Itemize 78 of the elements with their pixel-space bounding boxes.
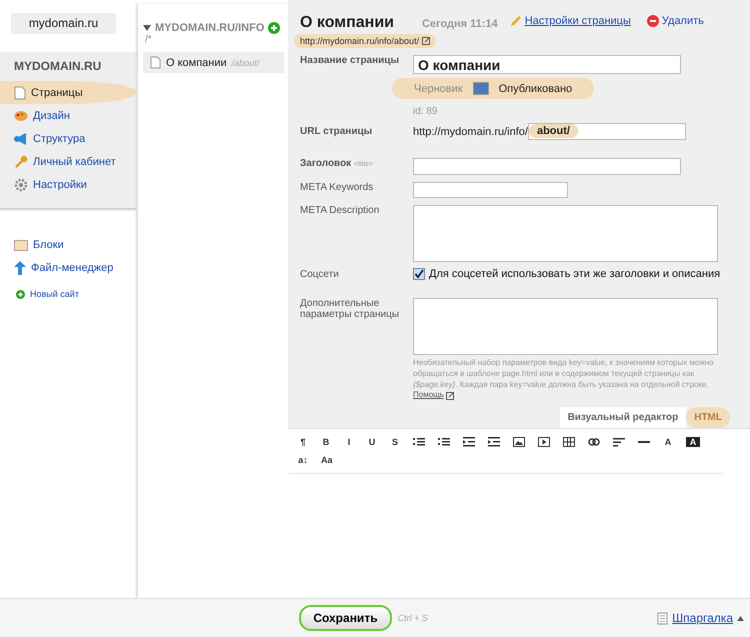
params-field[interactable] (413, 298, 718, 355)
sidebar-item[interactable]: Страницы (0, 81, 137, 104)
sidebar-item[interactable]: Личный кабинет (0, 150, 137, 173)
toolbar-button[interactable]: S (390, 437, 400, 448)
description-field[interactable] (413, 205, 718, 262)
page-icon (150, 56, 161, 69)
social-checkbox[interactable]: Для соцсетей использовать эти же заголовки и описания (413, 268, 720, 280)
field-label: Название страницы (300, 55, 400, 66)
horizontal-rule-icon[interactable] (638, 441, 650, 444)
plus-icon (16, 290, 25, 298)
editor-tab[interactable]: Визуальный редактор (560, 407, 686, 428)
link-icon[interactable] (588, 438, 600, 446)
toolbar-button[interactable]: A (663, 437, 673, 448)
toolbar-button[interactable]: Aa (321, 455, 333, 466)
field-label: META Description (300, 205, 380, 216)
indent-icon[interactable] (463, 437, 475, 448)
align-icon[interactable] (613, 438, 625, 447)
help-link[interactable]: Помощь (413, 390, 454, 402)
published-label[interactable]: Опубликовано (498, 82, 572, 94)
sidebar-item[interactable]: Дизайн (0, 104, 137, 127)
toolbar-button[interactable]: I (344, 437, 354, 448)
url-prefix: http://mydomain.ru/info/ (413, 126, 528, 138)
table-icon[interactable] (563, 437, 575, 448)
tree-suffix: /* (144, 34, 153, 45)
field-label: Соцсети (300, 269, 340, 280)
save-button[interactable]: Сохранить (299, 605, 392, 631)
toolbar-button[interactable]: B (321, 437, 331, 448)
folder-icon (14, 238, 28, 250)
page-name-field[interactable]: О компании (413, 55, 681, 74)
new-site-link[interactable]: Новый сайт (0, 279, 137, 309)
document-icon (657, 612, 668, 624)
gear-icon (14, 178, 28, 192)
cheatsheet-link[interactable]: Шпаргалка (657, 611, 744, 625)
page-id: id: 89 (413, 106, 438, 117)
toolbar-button[interactable]: a↕ (298, 455, 308, 466)
keywords-field[interactable] (413, 182, 568, 198)
caret-up-icon (737, 616, 744, 620)
publish-toggle[interactable] (472, 82, 489, 95)
indent-icon[interactable] (488, 437, 500, 448)
pencil-icon (510, 15, 522, 27)
toolbar-button[interactable]: ¶ (298, 437, 308, 448)
page-url-link[interactable]: http://mydomain.ru/info/about/ (294, 34, 436, 48)
tree-item[interactable]: О компании /about/ (143, 52, 284, 73)
image-icon[interactable] (513, 437, 525, 448)
list-icon[interactable] (413, 437, 425, 448)
hint-text: Необязательный набор параметров вида key=value, к значениям которых можно обращаться в шаблоне page.html или в содержимом текущей страницы как {$page.key}. Каждая пара key=value должна быть указана на отдельной строке. (413, 358, 714, 389)
timestamp: Сегодня 11:14 (422, 18, 498, 30)
title-field[interactable] (413, 158, 681, 175)
checkbox[interactable] (413, 268, 425, 280)
field-label: Дополнительные параметры страницы (300, 298, 400, 320)
shortcut-hint: Ctrl + S (398, 613, 428, 623)
page-icon (14, 86, 26, 100)
editor-area[interactable]: ¶ B I U S A A a↕ Aa (288, 428, 750, 598)
external-link-icon (422, 37, 430, 45)
page-settings-link[interactable]: Настройки страницы (510, 15, 631, 27)
tree-title: MYDOMAIN.RU/INFO (155, 22, 264, 34)
list-icon[interactable] (438, 437, 450, 448)
site-button[interactable]: mydomain.ru (11, 13, 116, 34)
sidebar-item[interactable]: Настройки (0, 173, 137, 196)
url-field[interactable]: about/ (528, 123, 686, 140)
field-label: URL страницы (300, 126, 374, 137)
field-label: META Keywords (300, 182, 374, 193)
add-icon[interactable] (268, 22, 280, 34)
page-title: О компании (300, 14, 394, 32)
key-icon (14, 154, 28, 168)
external-link-icon (446, 392, 454, 400)
video-icon[interactable] (538, 437, 550, 448)
delete-link[interactable]: Удалить (646, 15, 704, 27)
palette-icon (14, 110, 28, 122)
minus-circle-icon (646, 15, 659, 27)
sidebar-item[interactable]: Блоки (0, 233, 137, 256)
toolbar-button[interactable]: U (367, 437, 377, 448)
toolbar-button[interactable]: A (686, 437, 700, 448)
sidebar-title: MYDOMAIN.RU (13, 59, 102, 75)
sidebar-item[interactable]: Структура (0, 127, 137, 150)
collapse-icon[interactable] (143, 24, 151, 32)
sidebar-item[interactable]: Файл-менеджер (0, 256, 137, 279)
arrow-up-icon (14, 260, 26, 274)
